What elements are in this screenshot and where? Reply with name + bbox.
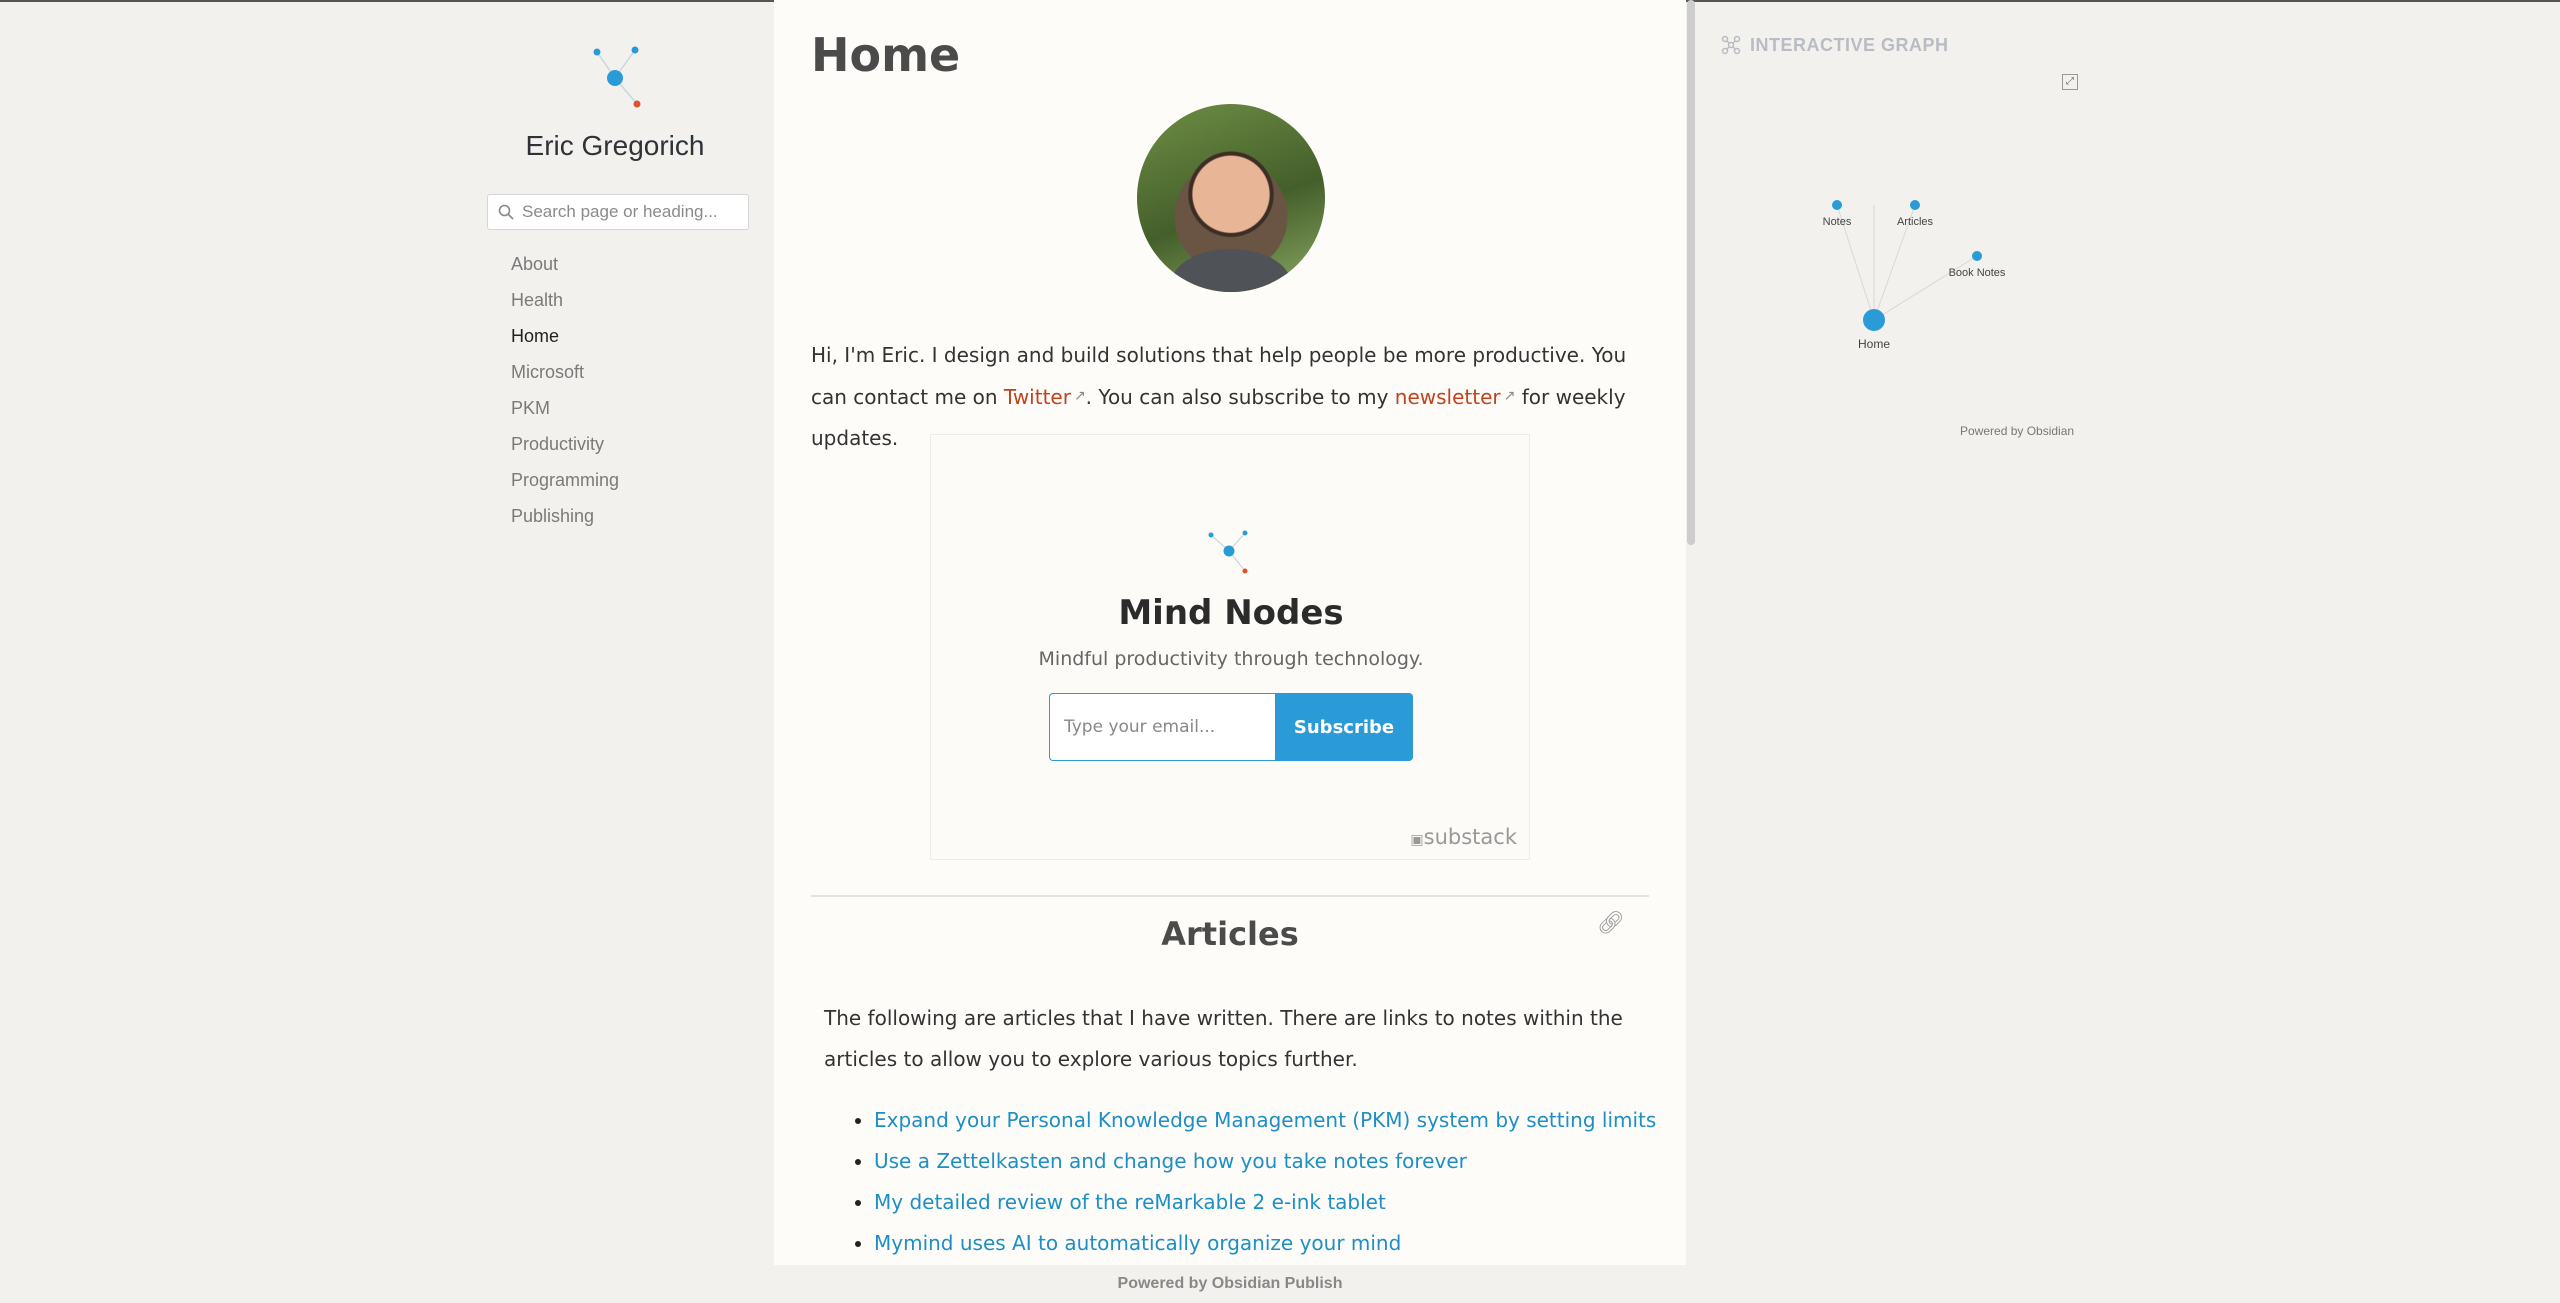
graph-node-label: Notes	[1823, 216, 1852, 228]
articles-description: The following are articles that I have w…	[824, 1006, 1623, 1071]
graph-node-articles[interactable]: Articles	[1897, 200, 1934, 228]
graph-node-label: Book Notes	[1949, 267, 2006, 279]
page-title: Home	[811, 28, 961, 82]
nav-item-programming[interactable]: Programming	[511, 466, 619, 502]
article-link[interactable]: Expand your Personal Knowledge Managemen…	[874, 1108, 1656, 1132]
graph-powered-by[interactable]: Powered by Obsidian	[1960, 424, 2074, 438]
nav-item-publishing[interactable]: Publishing	[511, 502, 619, 538]
article-link[interactable]: Mymind uses AI to automatically organize…	[874, 1231, 1401, 1255]
profile-photo-shirt	[1171, 249, 1291, 292]
main-content: Home Hi, I'm Eric. I design and build so…	[774, 0, 1686, 1265]
nav-item-about[interactable]: About	[511, 250, 619, 286]
graph-node-home[interactable]: Home	[1858, 309, 1890, 351]
list-item: Mymind uses AI to automatically organize…	[874, 1223, 1656, 1264]
articles-heading: Articles	[1161, 915, 1299, 953]
graph-panel: INTERACTIVE GRAPH ⤢ Notes Articles Book …	[1710, 0, 2090, 460]
search-icon	[498, 204, 514, 220]
nav-item-health[interactable]: Health	[511, 286, 619, 322]
profile-photo	[1137, 104, 1325, 292]
site-logo-icon[interactable]	[585, 40, 645, 120]
substack-embed: Mind Nodes Mindful productivity through …	[930, 434, 1530, 860]
twitter-link[interactable]: Twitter	[1004, 385, 1071, 409]
heading-link-icon[interactable]: 🔗︎	[1597, 910, 1625, 936]
substack-label: substack	[1423, 825, 1517, 849]
nav-item-microsoft[interactable]: Microsoft	[511, 358, 619, 394]
substack-icon: ▣	[1410, 832, 1424, 848]
email-input[interactable]	[1049, 693, 1275, 761]
section-divider	[811, 895, 1649, 897]
sidebar: Eric Gregorich About Health Home Microso…	[480, 0, 750, 1265]
external-link-icon: ↗	[1503, 388, 1516, 404]
article-link[interactable]: My detailed review of the reMarkable 2 e…	[874, 1190, 1386, 1214]
nav-list: About Health Home Microsoft PKM Producti…	[511, 250, 619, 538]
mind-nodes-logo-icon	[1208, 530, 1248, 574]
article-link[interactable]: Use a Zettelkasten and change how you ta…	[874, 1149, 1467, 1173]
newsletter-link[interactable]: newsletter	[1395, 385, 1501, 409]
graph-header-label: INTERACTIVE GRAPH	[1750, 34, 1949, 55]
external-link-icon: ↗	[1073, 388, 1086, 404]
graph-node-book-notes[interactable]: Book Notes	[1949, 251, 2006, 279]
list-item: Expand your Personal Knowledge Managemen…	[874, 1100, 1656, 1141]
list-item: Use a Zettelkasten and change how you ta…	[874, 1141, 1656, 1182]
graph-expand-icon[interactable]: ⤢	[2062, 74, 2078, 90]
list-item: My detailed review of the reMarkable 2 e…	[874, 1182, 1656, 1223]
interactive-graph[interactable]: Notes Articles Book Notes Home	[1710, 160, 2090, 360]
graph-header: INTERACTIVE GRAPH	[1720, 34, 1949, 56]
embed-subtitle: Mindful productivity through technology.	[1038, 648, 1424, 670]
footer-powered-by[interactable]: Powered by Obsidian Publish	[0, 1275, 2460, 1293]
nav-item-productivity[interactable]: Productivity	[511, 430, 619, 466]
embed-title: Mind Nodes	[1118, 593, 1344, 633]
graph-node-notes[interactable]: Notes	[1823, 200, 1852, 228]
subscribe-form: Subscribe	[1049, 693, 1413, 761]
substack-brand[interactable]: ▣substack	[1410, 825, 1517, 849]
site-name[interactable]: Eric Gregorich	[480, 130, 750, 162]
nav-item-pkm[interactable]: PKM	[511, 394, 619, 430]
graph-node-label: Articles	[1897, 216, 1934, 228]
content-scrollbar[interactable]	[1687, 0, 1695, 545]
graph-node-label: Home	[1858, 337, 1890, 351]
subscribe-button[interactable]: Subscribe	[1275, 693, 1413, 761]
intro-text-2: . You can also subscribe to my	[1085, 385, 1395, 409]
search-input[interactable]	[522, 202, 732, 222]
nav-item-home[interactable]: Home	[511, 322, 619, 358]
search-box[interactable]	[487, 194, 749, 230]
graph-icon	[1721, 35, 1741, 55]
articles-list: Expand your Personal Knowledge Managemen…	[874, 1100, 1656, 1264]
